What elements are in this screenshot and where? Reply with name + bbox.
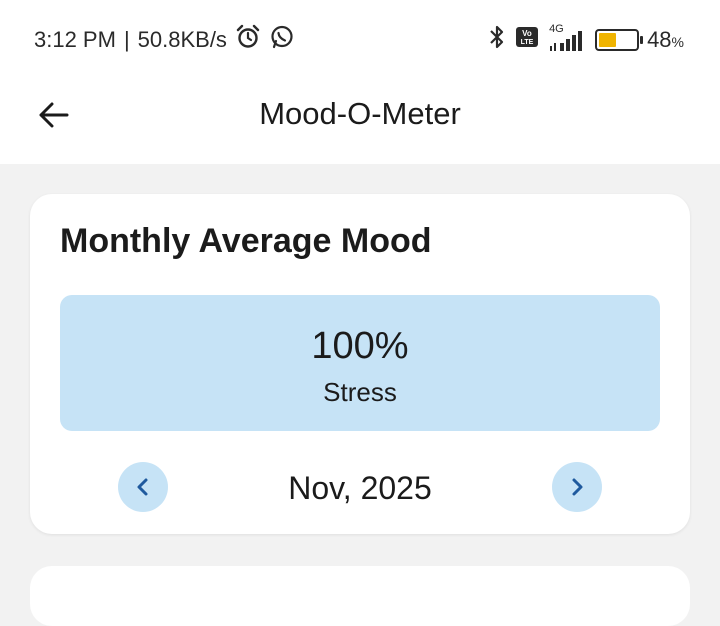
mood-percent: 100%: [311, 325, 409, 367]
mood-label: Stress: [323, 377, 397, 407]
status-left: 3:12 PM | 50.8KB/s: [34, 24, 295, 56]
battery-unit: %: [671, 34, 684, 50]
card-title: Monthly Average Mood: [60, 222, 432, 260]
status-right: Vo LTE 4G 48%: [487, 23, 684, 56]
next-month-button[interactable]: [552, 462, 602, 512]
bluetooth-icon: [487, 24, 507, 56]
status-bar: 3:12 PM | 50.8KB/s Vo LTE 4G 48%: [0, 0, 720, 78]
chevron-right-icon: [572, 478, 583, 496]
signal-icon: 4G: [547, 23, 587, 53]
network-speed: 50.8KB/s: [137, 27, 227, 52]
battery-fill: [599, 33, 617, 47]
battery-percent: 48: [647, 27, 672, 52]
next-card: [30, 566, 690, 626]
mood-summary-box: 100% Stress: [60, 295, 660, 431]
svg-text:LTE: LTE: [521, 39, 534, 46]
page-title: Mood-O-Meter: [259, 96, 461, 131]
battery-icon: [595, 29, 644, 51]
volte-icon: Vo LTE: [515, 26, 539, 54]
svg-text:Vo: Vo: [522, 29, 532, 38]
alarm-icon: [235, 24, 261, 56]
battery-text: 48%: [647, 27, 684, 53]
status-separator: |: [123, 27, 130, 52]
app-bar: Mood-O-Meter: [0, 78, 720, 164]
whatsapp-icon: [269, 24, 295, 56]
status-time: 3:12 PM: [34, 27, 116, 52]
battery-cap: [640, 36, 644, 44]
monthly-mood-card: Monthly Average Mood 100% Stress Nov, 20…: [30, 194, 690, 534]
